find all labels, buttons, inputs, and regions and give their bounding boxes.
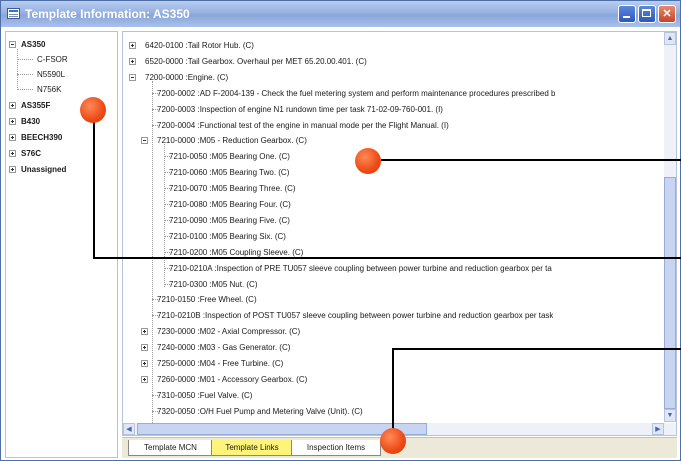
template-link-item[interactable]: 7210-0300 :M05 Nut. (C) <box>169 278 258 291</box>
expand-icon[interactable] <box>9 166 16 173</box>
template-link-item[interactable]: 7250-0000 :M04 - Free Turbine. (C) <box>157 357 283 370</box>
aircraft-tree-item[interactable]: BEECH390 <box>21 131 62 144</box>
callout-line <box>93 116 95 259</box>
expand-icon[interactable] <box>141 360 148 367</box>
callout-line <box>392 348 681 350</box>
scroll-up-arrow-icon[interactable]: ▲ <box>664 32 676 45</box>
expand-icon[interactable] <box>9 134 16 141</box>
tab-template-links[interactable]: Template Links <box>211 440 293 456</box>
close-button[interactable]: ✕ <box>658 5 676 23</box>
template-link-item[interactable]: 6520-0000 :Tail Gearbox. Overhaul per ME… <box>145 55 367 68</box>
scroll-down-arrow-icon[interactable]: ▼ <box>664 409 676 422</box>
aircraft-tree-item[interactable]: B430 <box>21 115 40 128</box>
vertical-scroll-thumb[interactable] <box>664 177 676 409</box>
template-link-item[interactable]: 7210-0210A :Inspection of PRE TU057 slee… <box>169 262 552 275</box>
template-link-item[interactable]: 7260-0000 :M01 - Accessory Gearbox. (C) <box>157 373 307 386</box>
template-link-item[interactable]: 7230-0000 :M02 - Axial Compressor. (C) <box>157 325 300 338</box>
collapse-icon[interactable] <box>141 137 148 144</box>
collapse-icon[interactable] <box>9 41 16 48</box>
expand-icon[interactable] <box>129 42 136 49</box>
aircraft-tree-item[interactable]: N756K <box>37 83 61 96</box>
template-link-item[interactable]: 7210-0070 :M05 Bearing Three. (C) <box>169 182 296 195</box>
aircraft-tree-item[interactable]: S76C <box>21 147 41 160</box>
tree-connector <box>17 59 33 60</box>
callout-marker <box>80 97 106 123</box>
template-link-item[interactable]: 7320-0050 :O/H Fuel Pump and Metering Va… <box>157 405 363 418</box>
template-link-item[interactable]: 7200-0002 :AD F-2004-139 - Check the fue… <box>157 87 555 100</box>
scroll-left-arrow-icon[interactable]: ◀ <box>123 423 135 435</box>
collapse-icon[interactable] <box>129 74 136 81</box>
aircraft-tree-item[interactable]: Unassigned <box>21 163 66 176</box>
tree-connector <box>17 74 33 75</box>
title-bar[interactable]: Template Information: AS350 ✕ <box>1 1 680 27</box>
callout-line <box>381 159 681 161</box>
tab-template-mcn[interactable]: Template MCN <box>128 440 213 456</box>
tab-inspection-items[interactable]: Inspection Items <box>291 440 381 456</box>
template-link-item[interactable]: 7200-0004 :Functional test of the engine… <box>157 119 449 132</box>
template-link-item[interactable]: 7210-0210B :Inspection of POST TU057 sle… <box>157 309 553 322</box>
aircraft-tree-item[interactable]: N5590L <box>37 68 65 81</box>
vertical-scrollbar[interactable]: ▲ ▼ <box>664 32 676 422</box>
aircraft-tree-pane <box>5 31 118 458</box>
expand-icon[interactable] <box>129 58 136 65</box>
maximize-icon <box>642 9 651 17</box>
tree-connector <box>164 144 165 288</box>
tree-connector <box>152 80 153 431</box>
template-link-item[interactable]: 7210-0060 :M05 Bearing Two. (C) <box>169 166 289 179</box>
expand-icon[interactable] <box>9 118 16 125</box>
close-icon: ✕ <box>662 8 672 20</box>
expand-icon[interactable] <box>9 150 16 157</box>
minimize-icon <box>623 16 630 18</box>
app-window-icon <box>7 8 20 19</box>
template-link-item[interactable]: 7210-0050 :M05 Bearing One. (C) <box>169 150 290 163</box>
template-information-window: Template Information: AS350 ✕ AS350 C-FSO… <box>0 0 681 461</box>
template-link-item[interactable]: 7210-0000 :M05 - Reduction Gearbox. (C) <box>157 134 307 147</box>
expand-icon[interactable] <box>141 328 148 335</box>
template-link-item[interactable]: 7240-0000 :M03 - Gas Generator. (C) <box>157 341 290 354</box>
callout-line <box>392 348 394 431</box>
template-link-item[interactable]: 7210-0150 :Free Wheel. (C) <box>157 293 257 306</box>
callout-marker <box>380 428 406 454</box>
template-link-item[interactable]: 7210-0090 :M05 Bearing Five. (C) <box>169 214 290 227</box>
aircraft-tree-item[interactable]: AS355F <box>21 99 50 112</box>
expand-icon[interactable] <box>141 344 148 351</box>
template-link-item[interactable]: 6420-0100 :Tail Rotor Hub. (C) <box>145 39 254 52</box>
template-link-item[interactable]: 7200-0000 :Engine. (C) <box>145 71 228 84</box>
callout-marker <box>355 148 381 174</box>
callout-line <box>93 257 681 259</box>
expand-icon[interactable] <box>141 376 148 383</box>
template-link-item[interactable]: 7210-0100 :M05 Bearing Six. (C) <box>169 230 286 243</box>
window-title: Template Information: AS350 <box>25 7 190 21</box>
aircraft-tree-item[interactable]: AS350 <box>21 38 45 51</box>
template-link-item[interactable]: 7200-0003 :Inspection of engine N1 rundo… <box>157 103 443 116</box>
template-link-item[interactable]: 7310-0050 :Fuel Valve. (C) <box>157 389 252 402</box>
tree-connector <box>17 89 33 90</box>
template-link-item[interactable]: 7210-0080 :M05 Bearing Four. (C) <box>169 198 291 211</box>
expand-icon[interactable] <box>9 102 16 109</box>
aircraft-tree-item[interactable]: C-FSOR <box>37 53 68 66</box>
tree-connector <box>17 49 18 90</box>
scroll-right-arrow-icon[interactable]: ▶ <box>652 423 664 435</box>
minimize-button[interactable] <box>618 5 636 23</box>
maximize-button[interactable] <box>638 5 656 23</box>
